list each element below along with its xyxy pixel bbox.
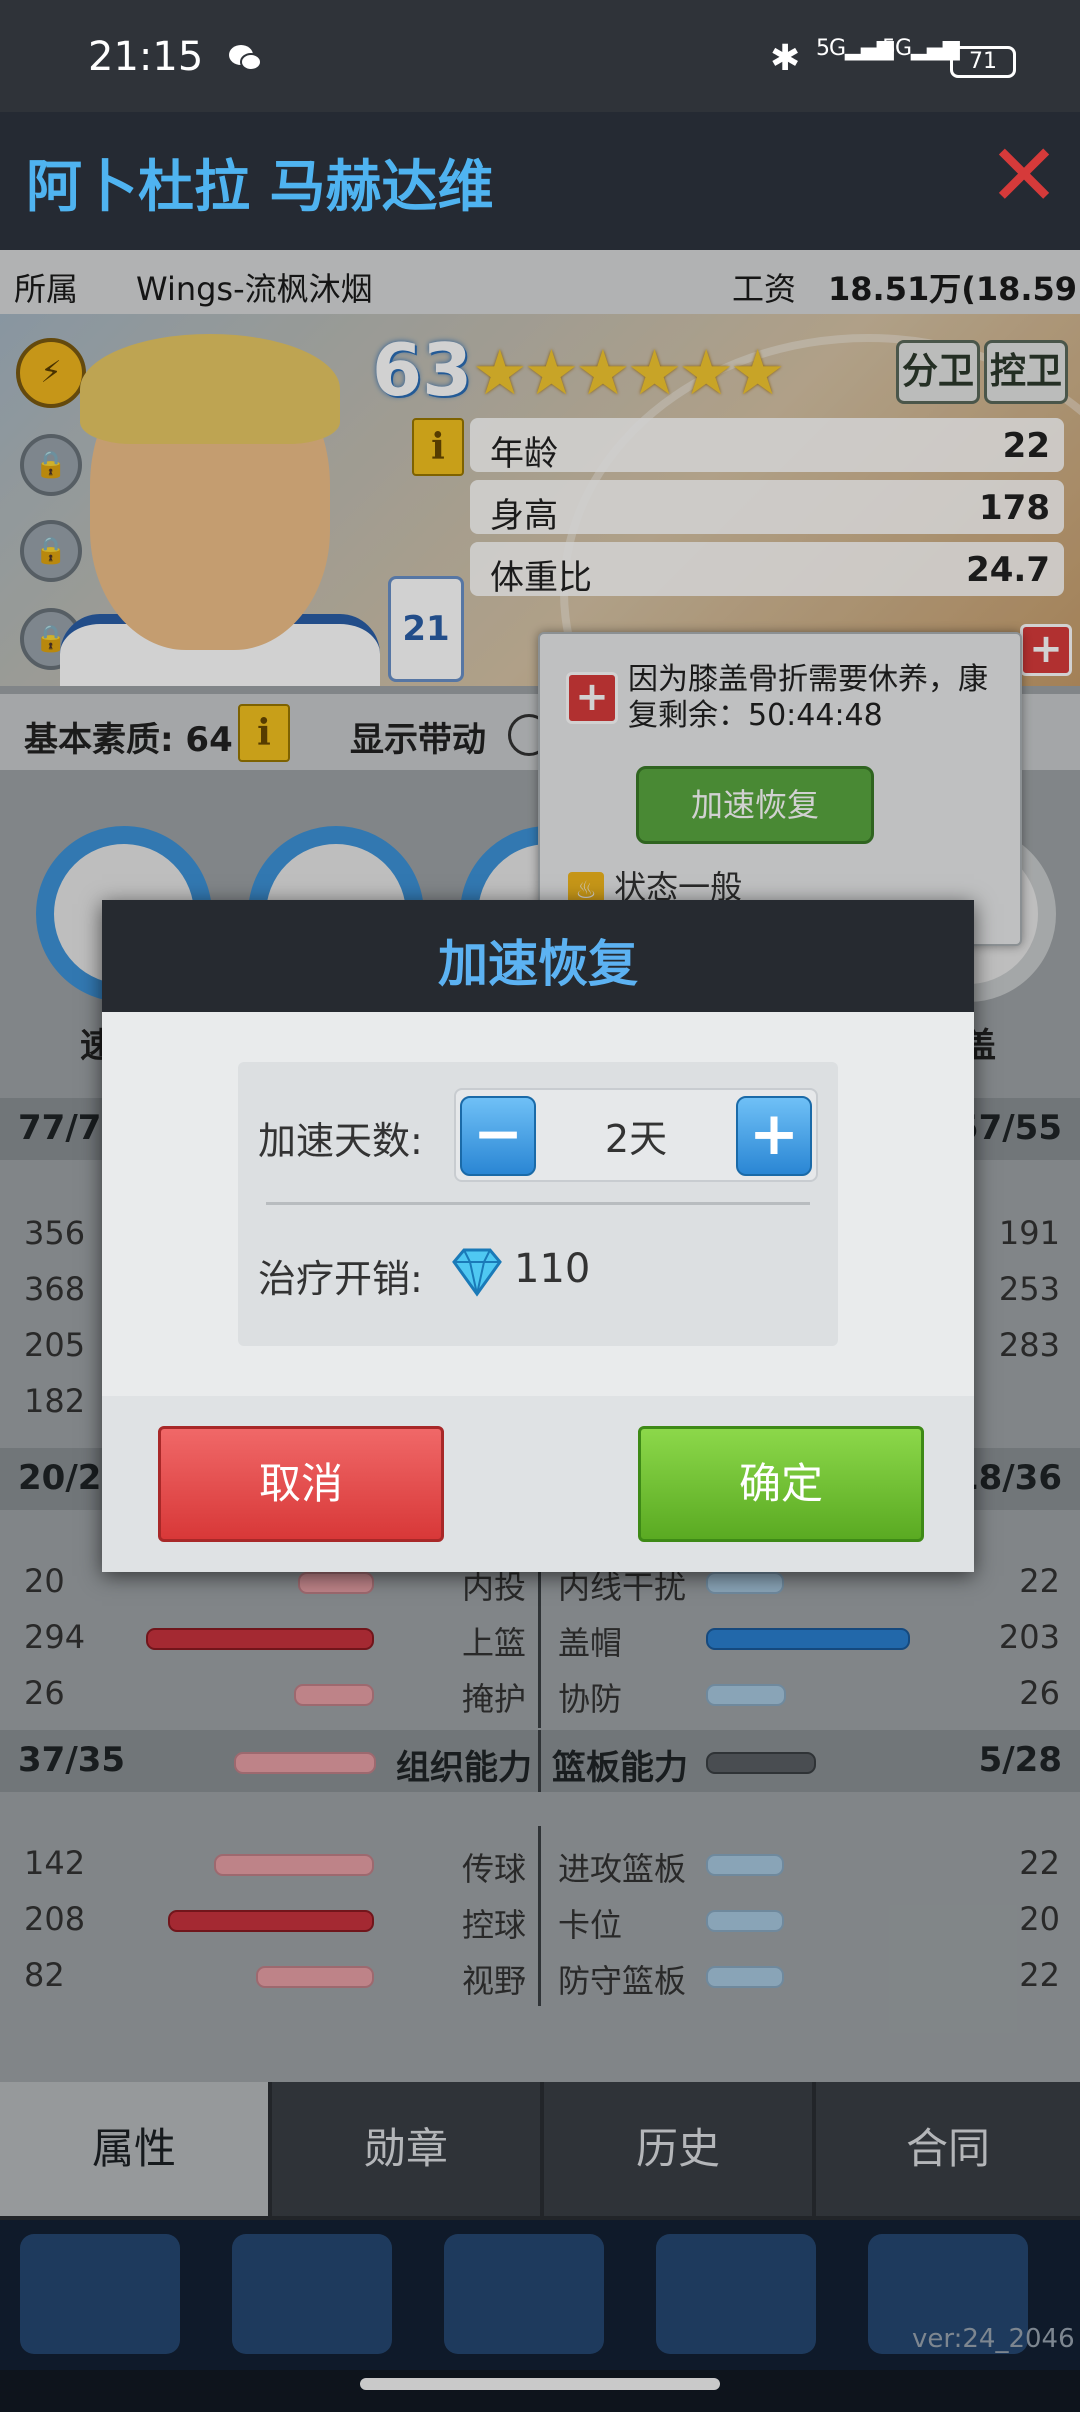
stat-bar [706,1572,784,1594]
dialog-title: 加速恢复 [438,935,638,993]
divider [266,1202,810,1205]
days-label: 加速天数: [258,1119,423,1163]
home-indicator[interactable] [360,2378,720,2390]
dialog-header: 加速恢复 [102,900,974,1012]
wechat-icon [229,45,262,71]
show-drive-label: 显示带动 [350,720,486,760]
stat-bar [706,1684,786,1706]
info-icon[interactable]: i [412,418,464,476]
nav-icon[interactable] [444,2234,604,2354]
group-rows: 142 传球 进攻篮板 22 208 控球 卡位 20 82 视野 防守篮板 2… [24,1844,1060,2000]
attr-weight-ratio: 体重比 24.7 [470,542,1064,598]
jersey-number: 21 [388,576,464,682]
dialog-footer: 取消 确定 [102,1396,974,1572]
stat-bar [706,1628,910,1650]
close-icon[interactable]: ✕ [988,133,1060,219]
status-time: 21:15 [88,34,204,80]
salary-label: 工资 [732,270,797,308]
stat-bar [706,1854,784,1876]
attr-height: 身高 178 [470,480,1064,536]
days-value: 2天 [604,1117,668,1161]
team-salary-strip: 所属 Wings-流枫沐烟 工资 18.51万(18.59万) [0,250,1080,354]
status-bar: 21:15 ✱ 5G▂▄▆ 5G▂▄▆ 71 [0,0,1080,112]
attr-age: 年龄 22 [470,418,1064,474]
stat-bar [146,1628,374,1650]
plus-button[interactable]: + [736,1096,812,1176]
nav-icon[interactable] [20,2234,180,2354]
position-badge-pg: 控卫 [984,340,1068,404]
divider [538,1730,541,1792]
stat-bar [168,1910,374,1932]
dialog-body: 加速天数: − 2天 + 治疗开销: 110 [238,1062,838,1346]
diamond-icon [452,1248,502,1297]
tab-history[interactable]: 历史 [544,2082,812,2216]
stat-bar [706,1966,784,1988]
player-hair [80,334,340,444]
position-badge-sg: 分卫 [896,340,980,404]
bottom-tabs: 属性 勋章 历史 合同 [0,2082,1080,2220]
player-name: 阿卜杜拉 马赫达维 [26,155,494,220]
lock-icon[interactable]: 🔒 [20,434,82,496]
injury-message: 因为膝盖骨折需要休养，康复剩余：50:44:48 [628,662,988,733]
team-name: Wings-流枫沐烟 [136,270,373,308]
speed-recovery-dialog: 加速恢复 加速天数: − 2天 + 治疗开销: 110 取消 确定 [102,900,974,1572]
group-rows: 20 内投 内线干扰 22 294 上篮 盖帽 203 26 掩护 协防 26 [24,1562,1060,1718]
cancel-button[interactable]: 取消 [158,1426,444,1542]
battery-icon: 71 [950,46,1016,78]
cost-value: 110 [514,1246,591,1292]
game-bottom-nav: ver:24_2046 [0,2220,1080,2370]
player-header: 阿卜杜拉 马赫达维 ✕ [0,112,1080,250]
stat-bar [214,1854,374,1876]
stat-bar [294,1684,374,1706]
star-rating-icon: ★★★★★★ [472,336,785,409]
lightning-badge-icon[interactable]: ⚡ [16,338,86,408]
days-stepper: − 2天 + [454,1088,818,1182]
stat-bar [706,1752,816,1774]
base-quality-label: 基本素质: 64 [24,720,233,760]
version-label: ver:24_2046 [912,2324,1075,2354]
nav-icon[interactable] [232,2234,392,2354]
player-rating: 63 [372,328,473,412]
tab-medals[interactable]: 勋章 [272,2082,540,2216]
team-label: 所属 [14,270,79,308]
tab-contract[interactable]: 合同 [816,2082,1080,2216]
info-icon[interactable]: i [238,704,290,762]
nav-icon[interactable] [656,2234,816,2354]
signal-icon-2: 5G▂▄▆ [882,36,960,61]
stat-bar [256,1966,374,1988]
speed-recovery-button[interactable]: 加速恢复 [636,766,874,844]
confirm-button[interactable]: 确定 [638,1426,924,1542]
player-card: ⚡ 🔒 🔒 🔒 21 63 ★★★★★★ 分卫 控卫 i 年龄 22 身高 17… [0,314,1080,686]
injury-popup: + 因为膝盖骨折需要休养，康复剩余：50:44:48 加速恢复 ♨ 状态一般 [538,632,1022,946]
stat-bar [298,1572,374,1594]
tab-attributes[interactable]: 属性 [0,2082,268,2216]
bluetooth-icon: ✱ [770,38,801,79]
stat-bar [706,1910,784,1932]
cost-label: 治疗开销: [258,1257,423,1301]
lock-icon[interactable]: 🔒 [20,520,82,582]
injury-plus-icon[interactable]: + [1020,624,1072,676]
stat-bar [234,1752,376,1774]
minus-button[interactable]: − [460,1096,536,1176]
injury-icon: + [566,672,618,724]
